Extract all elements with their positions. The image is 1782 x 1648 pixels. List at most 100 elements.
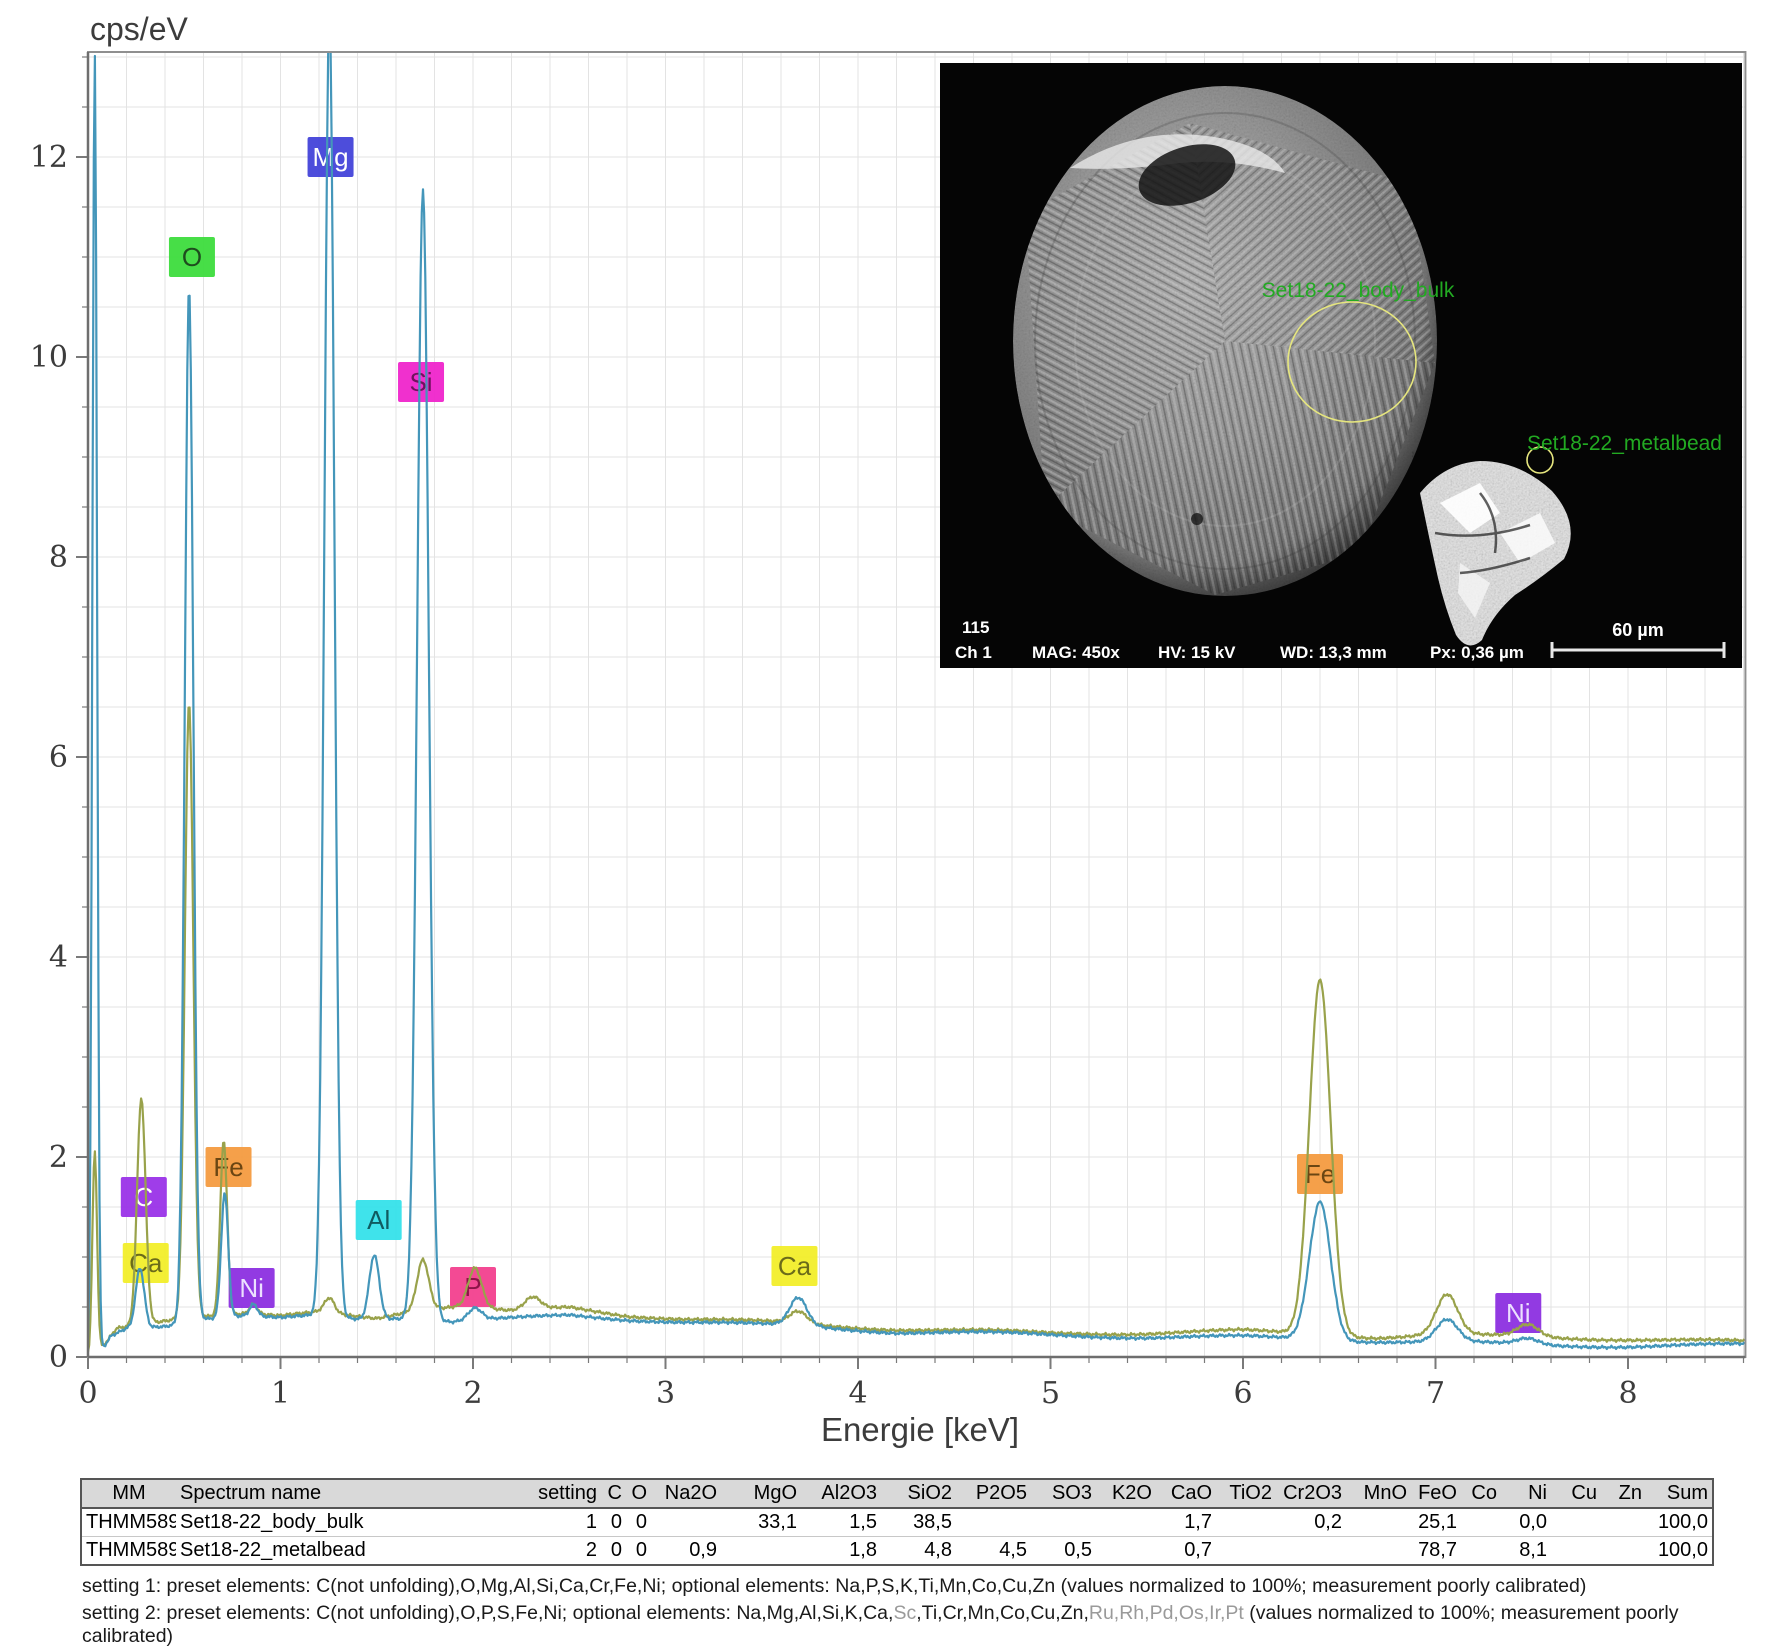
table-cell bbox=[1031, 1508, 1096, 1537]
column-header: Al2O3 bbox=[801, 1479, 881, 1509]
svg-text:Ni: Ni bbox=[239, 1273, 264, 1303]
column-header: Cu bbox=[1551, 1479, 1601, 1509]
element-label-Al: Al bbox=[355, 1200, 402, 1240]
table-cell: 0,0 bbox=[1519, 1511, 1547, 1533]
table-cell bbox=[1096, 1508, 1156, 1537]
x-tick-label: 5 bbox=[1041, 1376, 1060, 1411]
table-cell bbox=[1551, 1508, 1601, 1537]
table-cell bbox=[1461, 1508, 1501, 1537]
x-tick-label: 6 bbox=[1233, 1376, 1252, 1411]
table-cell: 1,7 bbox=[1184, 1511, 1212, 1533]
table-cell bbox=[1551, 1536, 1601, 1565]
x-tick-label: 1 bbox=[271, 1376, 290, 1411]
svg-text:Fe: Fe bbox=[1305, 1159, 1335, 1189]
column-header: Sum bbox=[1646, 1479, 1713, 1509]
column-header: Ni bbox=[1501, 1479, 1551, 1509]
column-header: MnO bbox=[1346, 1479, 1411, 1509]
element-label-O: O bbox=[168, 237, 215, 277]
metalbead-annotation: Set18-22_metalbead bbox=[1527, 432, 1722, 455]
sem-info-channel: Ch 1 bbox=[955, 643, 992, 662]
table-cell: 8,1 bbox=[1501, 1536, 1551, 1565]
table-cell bbox=[651, 1508, 721, 1537]
element-label-C: C bbox=[120, 1177, 167, 1217]
column-header: P2O5 bbox=[956, 1479, 1031, 1509]
sem-info-id: 115 bbox=[962, 618, 989, 637]
column-header: O bbox=[626, 1479, 651, 1509]
svg-text:Si: Si bbox=[409, 367, 432, 397]
x-tick-label: 2 bbox=[463, 1376, 482, 1411]
table-cell bbox=[1346, 1536, 1411, 1565]
table-cell: 1,5 bbox=[849, 1511, 877, 1533]
table-cell: 100,0 bbox=[1646, 1536, 1713, 1565]
table-row: THMM589 Set18-22_metalbead 2 0 0 0,9 1,8 4,8 4,5… bbox=[81, 1536, 1713, 1565]
table-cell: 25,1 bbox=[1418, 1511, 1457, 1533]
table-cell: 4,8 bbox=[881, 1536, 956, 1565]
sem-inset-image: Set18-22_body_bulk Set18-22_metalbead 11… bbox=[940, 63, 1742, 668]
table-cell: 0 bbox=[635, 1511, 647, 1533]
element-label-P: P bbox=[450, 1267, 496, 1307]
table-cell: 1 bbox=[585, 1511, 597, 1533]
column-header: TiO2 bbox=[1216, 1479, 1276, 1509]
svg-text:Mg: Mg bbox=[312, 142, 348, 172]
element-label-Fe: Fe bbox=[1297, 1154, 1343, 1194]
element-label-Ca: Ca bbox=[122, 1243, 169, 1283]
x-tick-label: 4 bbox=[848, 1376, 867, 1411]
element-label-Ni: Ni bbox=[228, 1268, 275, 1308]
y-tick-label: 8 bbox=[49, 540, 68, 575]
sem-info-wd: WD: 13,3 mm bbox=[1280, 643, 1387, 662]
table-cell: 100,0 bbox=[1657, 1511, 1708, 1533]
column-header: C bbox=[601, 1479, 626, 1509]
table-cell bbox=[1601, 1536, 1646, 1565]
element-label-Ca: Ca bbox=[771, 1246, 818, 1286]
table-cell: Set18-22_metalbead bbox=[176, 1536, 521, 1565]
footnote-setting-1: setting 1: preset elements: C(not unfold… bbox=[82, 1575, 1587, 1597]
footnote-segment: ,Ti,Cr,Mn,Co,Cu,Zn, bbox=[916, 1602, 1089, 1624]
svg-text:O: O bbox=[182, 242, 202, 272]
svg-text:Fe: Fe bbox=[213, 1152, 243, 1182]
table-cell: 0 bbox=[601, 1536, 626, 1565]
sem-info-mag: MAG: 450x bbox=[1032, 643, 1120, 662]
table-cell: 0,2 bbox=[1314, 1511, 1342, 1533]
table-cell bbox=[1096, 1536, 1156, 1565]
table-cell: 33,1 bbox=[758, 1511, 797, 1533]
composition-table: MM Spectrum name setting C O Na2O MgO Al2O3 SiO2… bbox=[80, 1478, 1714, 1566]
sem-scalebar-label: 60 µm bbox=[1612, 620, 1663, 640]
x-tick-label: 3 bbox=[656, 1376, 675, 1411]
column-header: setting bbox=[521, 1479, 601, 1509]
table-cell: 4,5 bbox=[956, 1536, 1031, 1565]
footnote-segment: setting 2: preset elements: C(not unfold… bbox=[82, 1602, 894, 1624]
table-cell: 0,5 bbox=[1031, 1536, 1096, 1565]
table-cell: 0 bbox=[610, 1511, 622, 1533]
table-cell: 0,7 bbox=[1156, 1536, 1216, 1565]
column-header: Na2O bbox=[651, 1479, 721, 1509]
footnote-setting-2: setting 2: preset elements: C(not unfold… bbox=[82, 1602, 1742, 1648]
table-cell: 38,5 bbox=[913, 1511, 952, 1533]
column-header: SiO2 bbox=[881, 1479, 956, 1509]
element-label-Fe: Fe bbox=[205, 1147, 252, 1187]
column-header: Cr2O3 bbox=[1276, 1479, 1346, 1509]
x-tick-label: 0 bbox=[78, 1376, 97, 1411]
column-header: SO3 bbox=[1031, 1479, 1096, 1509]
table-cell: 2 bbox=[521, 1536, 601, 1565]
y-tick-label: 12 bbox=[30, 140, 68, 175]
table-cell: THMM589 bbox=[86, 1511, 176, 1533]
table-cell: Set18-22_body_bulk bbox=[180, 1511, 364, 1533]
sem-info-px: Px: 0,36 µm bbox=[1430, 643, 1524, 662]
table-cell bbox=[1216, 1508, 1276, 1537]
footnote-segment: Ru,Rh,Pd,Os,Ir,Pt bbox=[1088, 1602, 1244, 1624]
y-tick-label: 10 bbox=[30, 340, 68, 375]
table-cell bbox=[1346, 1508, 1411, 1537]
svg-text:Al: Al bbox=[367, 1205, 390, 1235]
table-cell bbox=[1216, 1536, 1276, 1565]
table-cell bbox=[1461, 1536, 1501, 1565]
y-tick-label: 0 bbox=[49, 1340, 68, 1375]
y-tick-label: 6 bbox=[49, 740, 68, 775]
column-header: K2O bbox=[1096, 1479, 1156, 1509]
table-cell bbox=[1276, 1536, 1346, 1565]
x-tick-label: 7 bbox=[1426, 1376, 1445, 1411]
x-tick-label: 8 bbox=[1618, 1376, 1637, 1411]
column-header: Zn bbox=[1601, 1479, 1646, 1509]
element-label-Si: Si bbox=[398, 362, 445, 402]
column-header: FeO bbox=[1411, 1479, 1461, 1509]
x-axis-title: Energie [keV] bbox=[821, 1411, 1019, 1448]
